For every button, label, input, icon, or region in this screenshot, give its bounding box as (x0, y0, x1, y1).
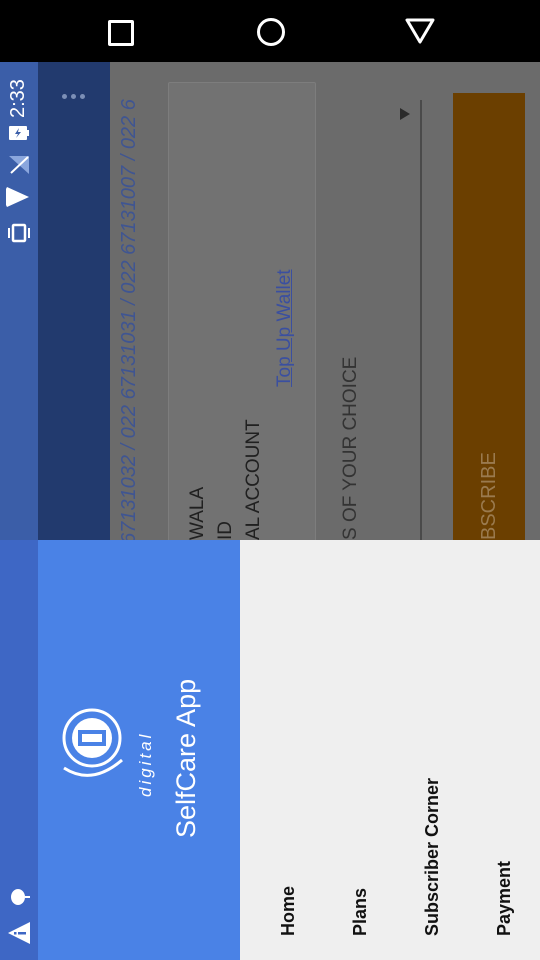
subscriber-id: ID (215, 521, 236, 540)
menu-item-payment[interactable]: Payment (494, 861, 515, 936)
account-type: AL ACCOUNT (243, 419, 264, 540)
menu-item-subscriber-corner[interactable]: Subscriber Corner (422, 778, 443, 936)
wifi-icon (6, 187, 29, 207)
app-toolbar (38, 62, 110, 540)
overflow-menu-icon[interactable] (62, 86, 88, 106)
warning-icon (8, 922, 30, 944)
drawer-header: digital SelfCare App (38, 540, 240, 960)
subscriber-name: WALA (187, 486, 208, 540)
logo-text: digital (136, 731, 155, 797)
contact-numbers: 67131032 / 022 67131031 / 022 67131007 /… (118, 99, 140, 544)
navigation-bar (0, 0, 540, 62)
dropdown-arrow-icon[interactable] (398, 106, 412, 122)
home-button[interactable] (257, 18, 285, 46)
plan-spinner-underline (420, 100, 422, 540)
app-title: SelfCare App (171, 678, 201, 838)
menu-item-home[interactable]: Home (278, 886, 299, 936)
vibrate-icon (8, 223, 30, 243)
channel-selection-hint: S OF YOUR CHOICE (340, 356, 361, 540)
subscribe-label: BSCRIBE (478, 452, 500, 540)
top-up-wallet-link[interactable]: Top Up Wallet (274, 269, 296, 387)
recents-button[interactable] (108, 20, 134, 46)
back-button[interactable] (404, 17, 436, 45)
android-debug-icon (11, 889, 30, 905)
battery-charging-icon (9, 126, 29, 140)
signal-icon (9, 156, 29, 174)
status-time: 2:33 (7, 79, 29, 118)
menu-item-plans[interactable]: Plans (350, 888, 371, 936)
